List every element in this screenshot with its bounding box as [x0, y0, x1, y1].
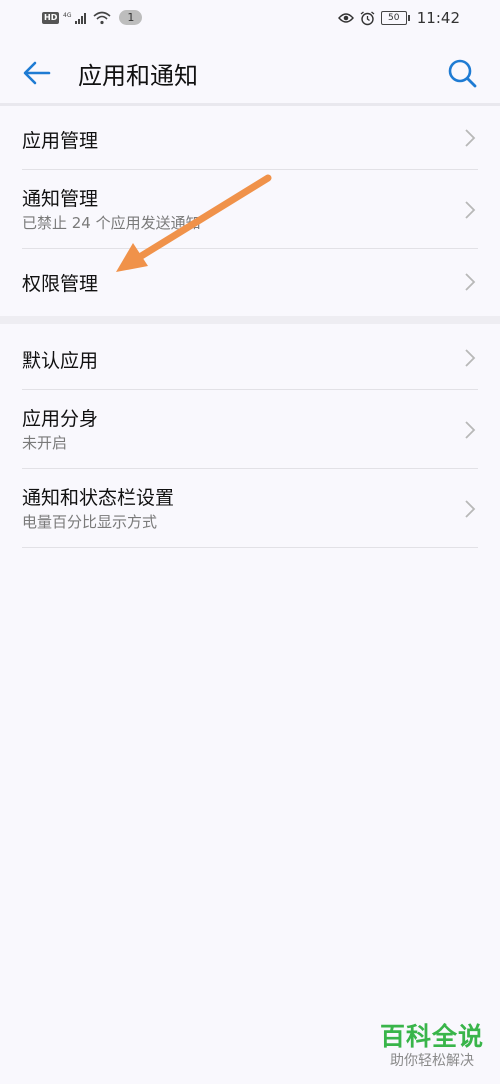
- hd-badge: HD: [42, 11, 60, 24]
- watermark-title: 百科全说: [379, 1022, 484, 1051]
- search-icon[interactable]: [446, 57, 478, 89]
- settings-group-1: 应用管理 通知管理 已禁止 24 个应用发送通知 权限管理: [0, 106, 500, 316]
- watermark-logo: 百科全说 助你轻松解决: [380, 1022, 484, 1070]
- chevron-right-icon: [465, 349, 476, 367]
- list-item-title: 应用分身: [22, 408, 99, 430]
- list-item-notification-status-bar-settings[interactable]: 通知和状态栏设置 电量百分比显示方式: [0, 469, 500, 548]
- list-item-notification-management[interactable]: 通知管理 已禁止 24 个应用发送通知: [0, 170, 500, 249]
- svg-text:4G: 4G: [63, 12, 72, 19]
- list-item-app-management[interactable]: 应用管理: [0, 106, 500, 170]
- alarm-icon: [360, 10, 375, 25]
- status-time: 11:42: [416, 9, 460, 27]
- wifi-icon: [93, 11, 111, 24]
- chevron-right-icon: [465, 129, 476, 147]
- chevron-right-icon: [465, 273, 476, 291]
- list-item-subtitle: 电量百分比显示方式: [22, 513, 158, 531]
- list-item-app-twin[interactable]: 应用分身 未开启: [0, 390, 500, 469]
- notification-count-badge: 1: [119, 10, 143, 25]
- list-item-permission-management[interactable]: 权限管理: [0, 249, 500, 316]
- settings-group-2: 默认应用 应用分身 未开启 通知和状态栏设置 电量百分比显示方式: [0, 324, 500, 548]
- list-item-title: 权限管理: [22, 273, 99, 295]
- page-title: 应用和通知: [78, 62, 198, 90]
- status-left: HD 4G 1: [42, 10, 143, 25]
- list-item-title: 通知和状态栏设置: [22, 487, 175, 509]
- battery-indicator: 50: [380, 11, 410, 25]
- app-bar: 应用和通知: [0, 40, 500, 104]
- row-divider: [22, 547, 478, 548]
- watermark-subtitle: 助你轻松解决: [389, 1053, 474, 1069]
- status-right: 50 11:42: [337, 9, 460, 27]
- list-item-default-apps[interactable]: 默认应用: [0, 324, 500, 390]
- status-bar: HD 4G 1 50 11:42: [0, 0, 500, 40]
- signal-icon: 4G: [63, 12, 87, 24]
- list-item-subtitle: 已禁止 24 个应用发送通知: [22, 214, 201, 232]
- group-separator: [0, 316, 500, 324]
- chevron-right-icon: [465, 201, 476, 219]
- list-item-title: 应用管理: [22, 130, 99, 152]
- chevron-right-icon: [465, 421, 476, 439]
- eye-icon: [337, 13, 354, 23]
- list-item-title: 通知管理: [22, 188, 99, 210]
- list-item-subtitle: 未开启: [22, 434, 68, 452]
- list-item-title: 默认应用: [22, 350, 99, 372]
- chevron-right-icon: [465, 500, 476, 518]
- back-arrow-icon[interactable]: [20, 56, 54, 90]
